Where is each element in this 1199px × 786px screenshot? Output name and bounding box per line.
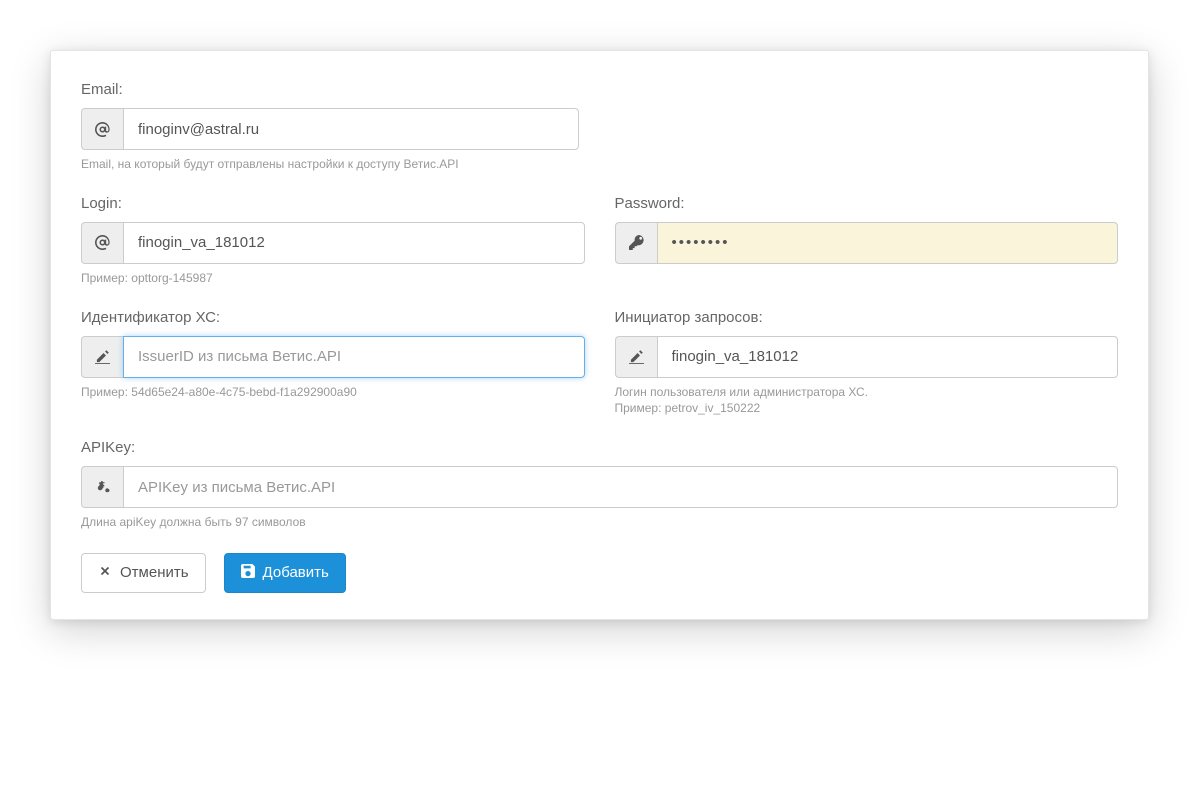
button-row: Отменить Добавить	[81, 553, 1118, 593]
save-icon	[241, 564, 255, 582]
close-icon	[98, 564, 112, 582]
password-input[interactable]	[657, 222, 1119, 264]
email-group: Email: Email, на который будут отправлен…	[81, 81, 579, 173]
key-icon	[615, 222, 657, 264]
edit-icon	[81, 336, 123, 378]
apikey-input[interactable]	[123, 466, 1118, 508]
login-label: Login:	[81, 195, 585, 212]
at-icon	[81, 108, 123, 150]
password-input-group	[615, 222, 1119, 264]
initiator-help-line2: Пример: petrov_iv_150222	[615, 401, 761, 415]
at-icon	[81, 222, 123, 264]
apikey-label: APIKey:	[81, 439, 1118, 456]
issuer-help: Пример: 54d65e24-a80e-4c75-bebd-f1a29290…	[81, 384, 585, 401]
initiator-group: Инициатор запросов: Логин пользователя и…	[615, 309, 1119, 418]
identifier-initiator-row: Идентификатор ХС: Пример: 54d65e24-a80e-…	[81, 309, 1118, 440]
email-input[interactable]	[123, 108, 579, 150]
issuer-label: Идентификатор ХС:	[81, 309, 585, 326]
password-label: Password:	[615, 195, 1119, 212]
issuer-input-group	[81, 336, 585, 378]
initiator-help: Логин пользователя или администратора ХС…	[615, 384, 1119, 418]
settings-form-card: Email: Email, на который будут отправлен…	[50, 50, 1149, 620]
issuer-group: Идентификатор ХС: Пример: 54d65e24-a80e-…	[81, 309, 585, 418]
login-input[interactable]	[123, 222, 585, 264]
apikey-group: APIKey: Длина apiKey должна быть 97 симв…	[81, 439, 1118, 531]
cancel-button-label: Отменить	[120, 564, 189, 581]
login-password-row: Login: Пример: opttorg-145987 Password:	[81, 195, 1118, 309]
apikey-input-group	[81, 466, 1118, 508]
initiator-input[interactable]	[657, 336, 1119, 378]
issuer-input[interactable]	[123, 336, 585, 378]
cogs-icon	[81, 466, 123, 508]
login-group: Login: Пример: opttorg-145987	[81, 195, 585, 287]
email-help: Email, на который будут отправлены настр…	[81, 156, 579, 173]
apikey-help: Длина apiKey должна быть 97 символов	[81, 514, 1118, 531]
initiator-help-line1: Логин пользователя или администратора ХС…	[615, 385, 869, 399]
edit-icon	[615, 336, 657, 378]
password-group: Password:	[615, 195, 1119, 287]
login-help: Пример: opttorg-145987	[81, 270, 585, 287]
initiator-label: Инициатор запросов:	[615, 309, 1119, 326]
email-input-group	[81, 108, 579, 150]
initiator-input-group	[615, 336, 1119, 378]
login-input-group	[81, 222, 585, 264]
email-label: Email:	[81, 81, 579, 98]
cancel-button[interactable]: Отменить	[81, 553, 206, 593]
add-button[interactable]: Добавить	[224, 553, 346, 593]
add-button-label: Добавить	[263, 564, 329, 581]
